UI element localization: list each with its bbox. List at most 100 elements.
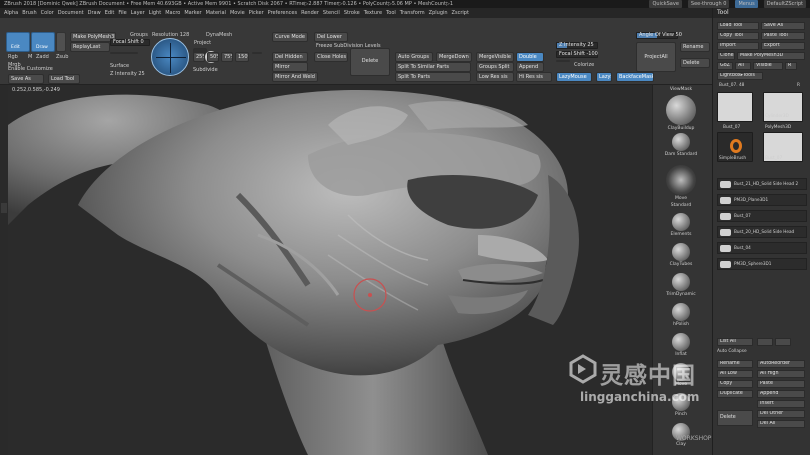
subtool-row[interactable]: Bust_20_HD_Solid Side Head: [717, 226, 807, 238]
all-high-button[interactable]: All High: [757, 370, 805, 378]
subtool-row[interactable]: Bust_21_HD_Solid Side Head 2: [717, 178, 807, 190]
zoom-25-button[interactable]: 25%: [193, 52, 205, 62]
menus-button[interactable]: Menus: [735, 0, 758, 8]
load-tool-button[interactable]: Load Tool: [48, 74, 80, 84]
project-all-button[interactable]: ProjectAll: [636, 42, 676, 72]
make-polymesh-button-2[interactable]: Make PolyMesh3D: [737, 52, 805, 60]
lazystep-button[interactable]: Lazys: [596, 72, 612, 82]
focal-shift-slider[interactable]: Focal Shift 0: [110, 39, 150, 46]
delete-button[interactable]: Delete: [350, 48, 390, 76]
tool-thumb-bust07[interactable]: [717, 92, 753, 122]
all-low-button[interactable]: All Low: [717, 370, 753, 378]
split-parts-button[interactable]: Split To Parts: [395, 72, 471, 82]
subtool-row[interactable]: Bust_04: [717, 242, 807, 254]
load-tool-button-2[interactable]: Load Tool: [717, 22, 759, 30]
move-mode-button[interactable]: [56, 32, 66, 52]
rename-subtool-button[interactable]: Rename: [717, 360, 753, 368]
visible-button[interactable]: Visible: [753, 62, 783, 70]
menu-stroke[interactable]: Stroke: [344, 10, 360, 16]
draw-mode-button[interactable]: Draw: [31, 32, 55, 52]
default-zscript-button[interactable]: DefaultZScript: [763, 0, 806, 8]
lightbox-tools-button[interactable]: Lightbox▸Tools: [717, 72, 763, 80]
hpolish-brush[interactable]: hPolish: [661, 303, 701, 327]
edit-mode-button[interactable]: Edit: [6, 32, 30, 52]
del-all-button[interactable]: Del All: [757, 420, 805, 428]
menu-file[interactable]: File: [118, 10, 126, 16]
see-through-slider[interactable]: See-through 0: [687, 0, 730, 8]
autoreorder-button[interactable]: AutoReorder: [757, 360, 805, 368]
elements-brush[interactable]: Elements: [661, 213, 701, 237]
split-similar-button[interactable]: Split To Similar Parts: [395, 62, 471, 72]
zoom-50-button[interactable]: 50%: [207, 52, 219, 62]
menu-texture[interactable]: Texture: [364, 10, 382, 16]
save-as-button[interactable]: Save As: [8, 74, 44, 84]
brush-preview[interactable]: [151, 38, 189, 76]
lock-icon[interactable]: [252, 52, 262, 54]
subtool-row[interactable]: Bust_07: [717, 210, 807, 222]
angle-of-view-slider[interactable]: Angle Of View 50: [636, 32, 682, 39]
curve-mode-button[interactable]: Curve Mode: [272, 32, 308, 42]
save-as-button-2[interactable]: Save As: [761, 22, 805, 30]
menu-layer[interactable]: Layer: [131, 10, 145, 16]
subtool-row[interactable]: PM3D_Plane3D1: [717, 194, 807, 206]
menu-tool[interactable]: Tool: [386, 10, 396, 16]
menu-stencil[interactable]: Stencil: [323, 10, 340, 16]
menu-picker[interactable]: Picker: [249, 10, 264, 16]
rename-button[interactable]: Rename: [680, 42, 710, 52]
focal-shift-slider-2[interactable]: Focal Shift -100: [556, 51, 598, 58]
menu-material[interactable]: Material: [206, 10, 226, 16]
project-toggle[interactable]: Project: [194, 40, 211, 46]
trimdynamic-brush[interactable]: TrimDynamic: [661, 273, 701, 297]
menu-zscript[interactable]: Zscript: [452, 10, 469, 16]
canvas-viewport[interactable]: 0.252,0.585,-0.249: [8, 85, 652, 455]
replay-last-button[interactable]: ReplayLast: [70, 42, 110, 52]
clone-button[interactable]: Clone: [717, 52, 735, 60]
rgb-toggle[interactable]: Rgb: [8, 54, 18, 60]
quicksave-button[interactable]: QuickSave: [649, 0, 682, 8]
import-button[interactable]: Import: [717, 42, 759, 50]
zoom-150-button[interactable]: 150%: [235, 52, 249, 62]
groups-split-button[interactable]: Groups Split: [476, 62, 514, 72]
all-button[interactable]: All: [735, 62, 751, 70]
merge-visible-button[interactable]: MergeVisible: [476, 52, 514, 62]
menu-alpha[interactable]: Alpha: [4, 10, 18, 16]
viewmask-brush[interactable]: ViewMask: [661, 87, 701, 92]
export-button[interactable]: Export: [761, 42, 805, 50]
goz-button[interactable]: GoZ: [717, 62, 733, 70]
double-button[interactable]: Double: [516, 52, 544, 62]
list-all-button[interactable]: List All: [717, 338, 753, 346]
subdivide-label[interactable]: Subdivide: [193, 67, 218, 73]
menu-zplugin[interactable]: Zplugin: [429, 10, 448, 16]
menu-render[interactable]: Render: [301, 10, 319, 16]
zoom-75-button[interactable]: 75%: [221, 52, 233, 62]
backface-mask-button[interactable]: BackfaceMask: [616, 72, 654, 82]
menu-movie[interactable]: Movie: [230, 10, 245, 16]
menu-marker[interactable]: Marker: [184, 10, 201, 16]
zadd-toggle[interactable]: Zadd: [36, 54, 49, 60]
merge-down-button[interactable]: MergeDown: [436, 52, 472, 62]
del-lower-button[interactable]: Del Lower: [314, 32, 348, 42]
damstandard-brush[interactable]: Dam Standard: [661, 133, 701, 157]
paste-subtool-button[interactable]: Paste: [757, 380, 805, 388]
dynamesh-toggle[interactable]: DynaMesh: [206, 32, 232, 38]
material-swatch[interactable]: [110, 52, 138, 54]
insert-button[interactable]: Insert: [757, 400, 805, 408]
z-intensity-slider[interactable]: Z Intensity 25: [556, 42, 598, 49]
copy-tool-button[interactable]: Copy Tool: [717, 32, 759, 40]
paste-tool-button[interactable]: Paste Tool: [761, 32, 805, 40]
arrow-down-button[interactable]: [775, 338, 791, 346]
hi-res-button[interactable]: Hi Res sis: [516, 72, 552, 82]
menu-transform[interactable]: Transform: [400, 10, 425, 16]
colorize-icon[interactable]: [556, 60, 570, 62]
menu-edit[interactable]: Edit: [105, 10, 115, 16]
duplicate-button[interactable]: Duplicate: [717, 390, 753, 398]
delete-subtool-button[interactable]: Delete: [680, 58, 710, 68]
groups-toggle[interactable]: Groups: [130, 32, 148, 38]
surface-toggle[interactable]: Surface: [110, 63, 129, 69]
menu-light[interactable]: Light: [149, 10, 161, 16]
append-button[interactable]: Append: [516, 62, 544, 72]
copy-subtool-button[interactable]: Copy: [717, 380, 753, 388]
m-toggle[interactable]: M: [28, 54, 32, 60]
low-res-button[interactable]: Low Res sis: [476, 72, 514, 82]
r-button[interactable]: R: [785, 62, 797, 70]
